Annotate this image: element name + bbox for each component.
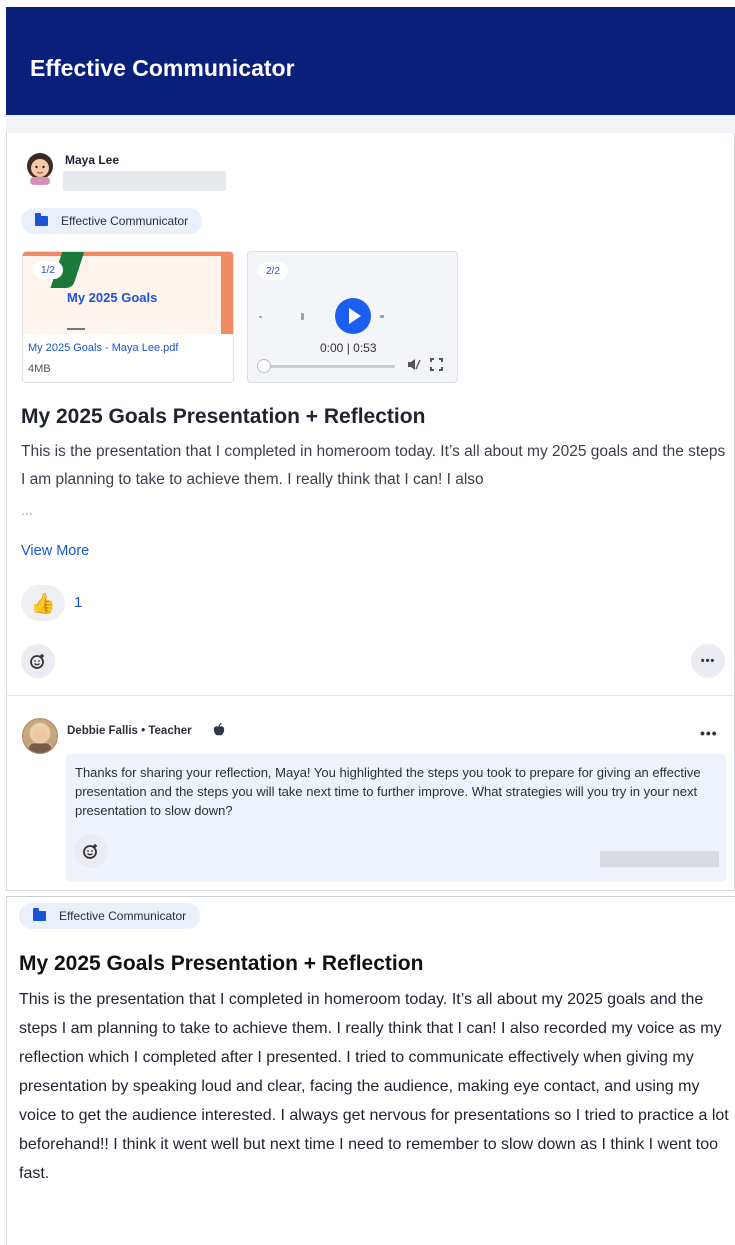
- apple-icon: [213, 723, 225, 736]
- skill-tag-label: Effective Communicator: [59, 909, 187, 923]
- audio-seek-bar[interactable]: [265, 365, 395, 368]
- pdf-file-size: 4MB: [28, 363, 51, 375]
- mute-icon[interactable]: [407, 358, 421, 371]
- audio-time: 0:00 | 0:53: [320, 341, 377, 355]
- expanded-post-title: My 2025 Goals Presentation + Reflection: [19, 952, 424, 975]
- waveform-mark: [380, 315, 384, 318]
- add-reaction-icon: [83, 844, 97, 859]
- view-more-link[interactable]: View More: [21, 543, 89, 559]
- post-title: My 2025 Goals Presentation + Reflection: [21, 405, 426, 428]
- play-icon[interactable]: [335, 298, 371, 334]
- thumbs-up-icon: 👍: [30, 592, 56, 615]
- post-more-button[interactable]: •••: [691, 644, 725, 678]
- slide-subtitle-mark: [67, 328, 85, 330]
- comment-more-button[interactable]: •••: [700, 725, 718, 741]
- author-name[interactable]: Maya Lee: [65, 153, 119, 167]
- pdf-file-name[interactable]: My 2025 Goals - Maya Lee.pdf: [28, 342, 178, 354]
- page-header: Effective Communicator: [6, 7, 735, 115]
- comment-divider: [7, 695, 734, 696]
- skill-tag[interactable]: Effective Communicator: [21, 208, 203, 234]
- expanded-post: Effective Communicator My 2025 Goals Pre…: [6, 896, 735, 1245]
- folder-icon: [33, 908, 46, 921]
- commenter-avatar[interactable]: [22, 718, 58, 754]
- skill-tag-label: Effective Communicator: [61, 214, 189, 228]
- audio-attachment: 2/2 0:00 | 0:53: [247, 251, 458, 383]
- attachment-counter: 1/2: [33, 261, 63, 279]
- pdf-attachment[interactable]: My 2025 Goals 1/2 My 2025 Goals - Maya L…: [22, 251, 234, 383]
- slide-title: My 2025 Goals: [67, 290, 158, 305]
- reaction-count[interactable]: 1: [74, 594, 82, 611]
- expanded-post-body: This is the presentation that I complete…: [19, 991, 729, 1182]
- post-truncation: ...: [21, 502, 33, 518]
- add-reaction-icon: [30, 654, 44, 669]
- slide-top-band: [23, 252, 233, 256]
- page-title: Effective Communicator: [30, 55, 295, 81]
- header-spacer: [6, 115, 735, 133]
- folder-icon: [35, 213, 48, 226]
- comment-add-reaction-button[interactable]: [74, 834, 108, 868]
- audio-seek-handle[interactable]: [257, 359, 271, 373]
- post-body-preview: This is the presentation that I complete…: [21, 443, 726, 488]
- commenter-name[interactable]: Debbie Fallis • Teacher: [67, 725, 192, 737]
- thumbs-up-reaction[interactable]: 👍: [21, 585, 65, 621]
- skill-tag[interactable]: Effective Communicator: [19, 903, 201, 929]
- fullscreen-icon[interactable]: [430, 358, 443, 371]
- slide-side-stripe: [221, 252, 233, 334]
- comment-meta-placeholder: [600, 851, 719, 867]
- comment-bubble: Thanks for sharing your reflection, Maya…: [66, 754, 726, 882]
- author-avatar[interactable]: [24, 151, 56, 185]
- comment-text: Thanks for sharing your reflection, Maya…: [75, 765, 701, 818]
- author-meta-placeholder: [63, 171, 226, 191]
- waveform-mark: [301, 313, 304, 320]
- waveform-mark: [259, 316, 262, 318]
- add-reaction-button[interactable]: [21, 644, 55, 678]
- post-card: Maya Lee Effective Communicator My 2025 …: [6, 133, 735, 891]
- attachment-counter: 2/2: [258, 262, 288, 280]
